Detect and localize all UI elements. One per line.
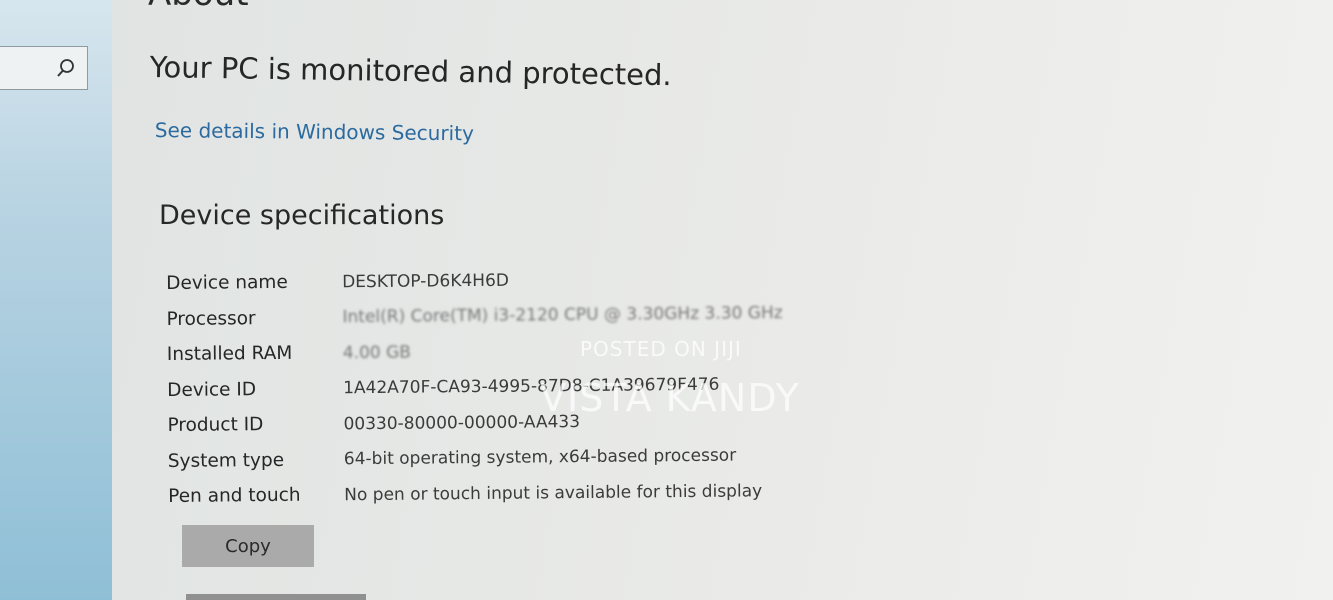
spec-label: Installed RAM: [166, 343, 293, 366]
device-specifications-heading: Device specifications: [159, 200, 445, 231]
spec-value: 4.00 GB: [342, 342, 412, 364]
page-title: About: [148, 0, 249, 14]
windows-security-link[interactable]: See details in Windows Security: [155, 118, 474, 145]
spec-label: Device ID: [167, 378, 257, 401]
spec-value: DESKTOP-D6K4H6D: [342, 270, 510, 293]
sidebar: [0, 0, 112, 600]
protection-status: Your PC is monitored and protected.: [149, 50, 672, 93]
spec-label: System type: [167, 449, 285, 472]
spec-value: 64-bit operating system, x64-based proce…: [343, 445, 737, 470]
watermark-seller: VISTA KANDY: [540, 376, 800, 420]
spec-value: Intel(R) Core(TM) i3-2120 CPU @ 3.30GHz …: [342, 303, 783, 328]
rename-pc-button[interactable]: [186, 594, 366, 600]
spec-row-pen-and-touch: Pen and touch No pen or touch input is a…: [168, 472, 888, 514]
spec-label: Product ID: [167, 414, 264, 437]
watermark-posted-on: POSTED ON JIJI: [580, 337, 742, 361]
about-page: About Your PC is monitored and protected…: [112, 0, 1333, 600]
search-icon[interactable]: [55, 57, 77, 79]
spec-label: Processor: [166, 307, 256, 330]
search-box[interactable]: [0, 46, 88, 90]
spec-value: No pen or touch input is available for t…: [344, 481, 763, 506]
spec-label: Device name: [166, 272, 288, 295]
spec-label: Pen and touch: [168, 484, 301, 508]
copy-button[interactable]: Copy: [182, 525, 314, 567]
